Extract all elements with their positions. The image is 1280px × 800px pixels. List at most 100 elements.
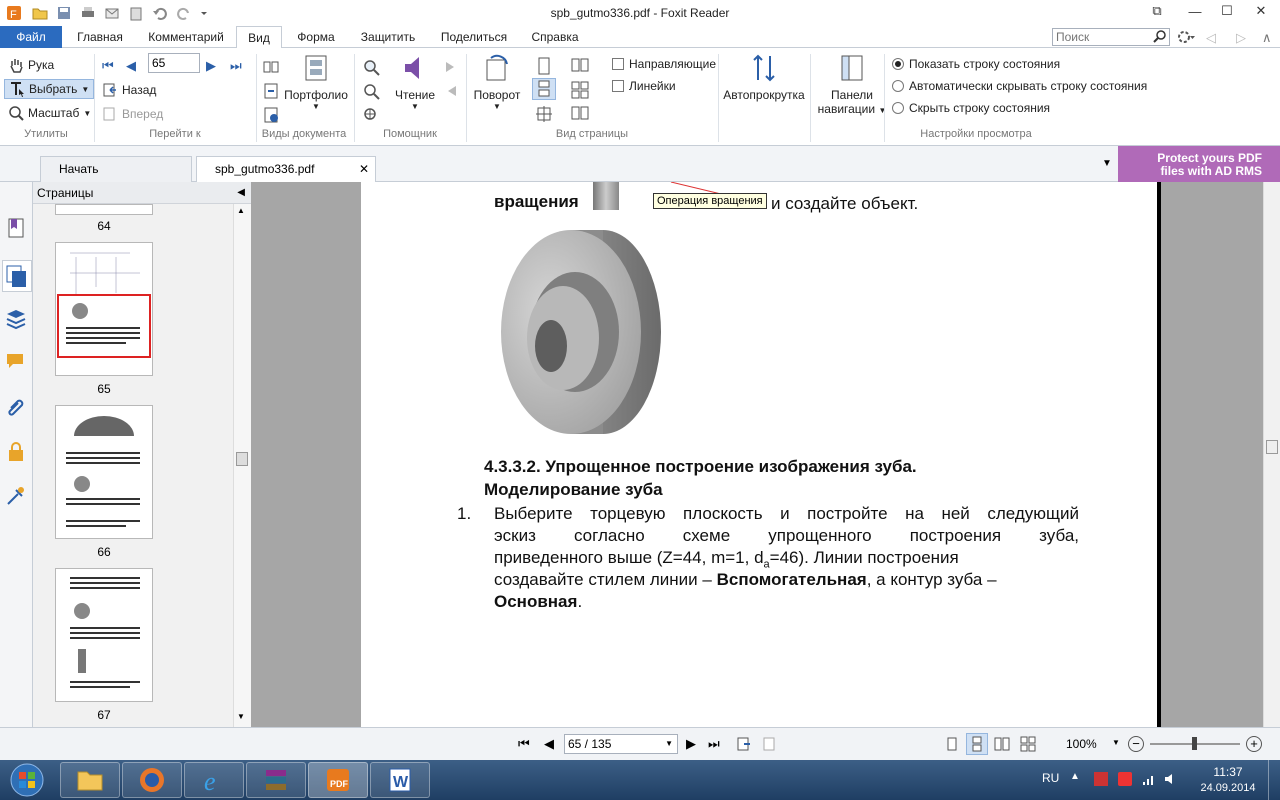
scroll-thumb[interactable] — [236, 452, 248, 466]
autohide-statusbar-option[interactable]: Автоматически скрывать строку состояния — [892, 79, 1147, 93]
separate-cover-icon[interactable] — [570, 104, 590, 124]
tray-expand-icon[interactable]: ▲ — [1070, 771, 1080, 782]
split-view-icon[interactable] — [534, 104, 554, 124]
scroll-down-icon[interactable]: ▼ — [237, 712, 245, 721]
page-number-input[interactable] — [148, 53, 200, 73]
settings-gear-icon[interactable] — [1176, 29, 1196, 45]
nav-forward-icon[interactable]: ▷ — [1236, 30, 1246, 46]
reverse-view-icon[interactable] — [262, 82, 280, 100]
zoom-out-icon[interactable]: − — [1128, 736, 1144, 752]
tray-flag-icon[interactable] — [1094, 772, 1108, 786]
pages-panel-icon[interactable] — [2, 260, 32, 292]
hand-tool-button[interactable]: Рука — [8, 57, 54, 73]
back-button[interactable]: Назад — [102, 82, 156, 98]
doc-scroll-thumb[interactable] — [1266, 440, 1278, 454]
page-select[interactable]: 65 / 135 ▼ — [564, 734, 678, 754]
language-indicator[interactable]: RU — [1042, 771, 1059, 785]
rms-banner[interactable]: Protect yours PDF files with AD RMS — [1118, 146, 1280, 182]
radio-unselected[interactable] — [892, 102, 904, 114]
next-page-icon[interactable]: ▶ — [206, 58, 216, 74]
previous-page-icon[interactable]: ◀ — [126, 58, 136, 74]
facing-mode-icon[interactable] — [994, 736, 1010, 752]
clock-time[interactable]: 11:37 — [1200, 765, 1256, 779]
first-page-icon[interactable]: ⏮ — [102, 58, 114, 74]
tab-start[interactable]: Начать — [40, 156, 192, 182]
tab-protect[interactable]: Защитить — [354, 26, 422, 48]
ribbon-toggle-icon[interactable]: ⧉ — [1142, 0, 1172, 22]
clock-date[interactable]: 24.09.2014 — [1194, 782, 1262, 794]
select-tool-button[interactable]: Выбрать ▼ — [4, 79, 95, 99]
page-thumbnail[interactable] — [55, 204, 153, 215]
loupe-icon[interactable] — [362, 58, 380, 76]
taskbar-winrar[interactable] — [246, 762, 306, 798]
scroll-up-icon[interactable]: ▲ — [237, 206, 245, 215]
nav-back-icon[interactable]: ◁ — [1206, 30, 1216, 46]
tab-home[interactable]: Главная — [72, 26, 128, 48]
crosshair-icon[interactable] — [362, 106, 380, 124]
autoscroll-button[interactable]: Автопрокрутка — [722, 52, 806, 102]
text-viewer-icon[interactable] — [262, 106, 280, 124]
tab-file[interactable]: Файл — [0, 26, 62, 48]
close-tab-icon[interactable]: ✕ — [359, 157, 369, 181]
last-page-icon[interactable]: ⏭ — [708, 736, 720, 752]
continuous-mode-icon[interactable] — [966, 733, 988, 755]
hide-statusbar-option[interactable]: Скрыть строку состояния — [892, 101, 1050, 115]
zoom-level[interactable]: 100% — [1066, 737, 1097, 751]
single-page-mode-icon[interactable] — [944, 736, 960, 752]
minimize-button[interactable]: — — [1180, 0, 1210, 22]
attachments-icon[interactable] — [4, 394, 28, 418]
first-page-icon[interactable]: ⏮ — [518, 736, 530, 752]
taskbar-ie[interactable]: e — [184, 762, 244, 798]
previous-view-icon[interactable] — [736, 736, 752, 752]
next-page-icon[interactable]: ▶ — [686, 736, 696, 752]
tab-form[interactable]: Форма — [290, 26, 342, 48]
tab-view[interactable]: Вид — [236, 26, 282, 49]
radio-unselected[interactable] — [892, 80, 904, 92]
forward-button[interactable]: Вперед — [102, 106, 163, 122]
bookmarks-icon[interactable] — [4, 216, 28, 240]
radio-selected[interactable] — [892, 58, 904, 70]
document-scrollbar[interactable] — [1263, 182, 1280, 727]
maximize-button[interactable]: ☐ — [1212, 0, 1242, 22]
start-button[interactable] — [4, 762, 50, 798]
magnifier-icon[interactable] — [362, 82, 380, 100]
read-aloud-button[interactable]: Чтение ▼ — [392, 52, 438, 111]
close-button[interactable]: ✕ — [1246, 0, 1276, 22]
portfolio-button[interactable]: Портфолио ▼ — [284, 52, 348, 111]
show-statusbar-option[interactable]: Показать строку состояния — [892, 57, 1060, 71]
tab-comment[interactable]: Комментарий — [140, 26, 232, 48]
tab-list-dropdown-icon[interactable]: ▼ — [1102, 158, 1112, 169]
search-icon[interactable] — [1152, 29, 1168, 45]
continuous-facing-mode-icon[interactable] — [1020, 736, 1036, 752]
pages-scrollbar[interactable]: ▲ ▼ — [233, 204, 251, 727]
signatures-icon[interactable] — [4, 484, 28, 508]
facing-page-icon[interactable] — [570, 56, 590, 76]
zoom-in-icon[interactable]: + — [1246, 736, 1262, 752]
last-page-icon[interactable]: ⏭ — [230, 58, 242, 74]
guides-check[interactable] — [612, 58, 624, 70]
zoom-tool-button[interactable]: Масштаб ▼ — [8, 105, 91, 121]
taskbar-foxit[interactable]: PDF — [308, 762, 368, 798]
rulers-check[interactable] — [612, 80, 624, 92]
tab-document[interactable]: spb_gutmo336.pdf ✕ — [196, 156, 376, 183]
document-viewport[interactable]: вращения Операция вращения и создайте об… — [251, 182, 1280, 727]
rulers-checkbox[interactable]: Линейки — [612, 79, 676, 93]
next-view-icon[interactable] — [762, 736, 778, 752]
read-next-icon[interactable] — [442, 58, 460, 76]
collapse-panel-icon[interactable]: ◀ — [237, 182, 245, 204]
comments-icon[interactable] — [4, 350, 28, 374]
taskbar-word[interactable]: W — [370, 762, 430, 798]
nav-panels-button[interactable]: Панели навигации ▼ — [814, 52, 890, 116]
rotate-button[interactable]: Поворот ▼ — [472, 52, 522, 111]
show-desktop-button[interactable] — [1268, 760, 1280, 800]
page-thumbnail[interactable] — [55, 568, 153, 702]
security-lock-icon[interactable] — [4, 440, 28, 464]
page-thumbnail[interactable] — [55, 405, 153, 539]
continuous-facing-icon[interactable] — [570, 80, 590, 100]
zoom-slider-thumb[interactable] — [1192, 737, 1197, 750]
page-thumbnail[interactable] — [55, 242, 153, 376]
taskbar-explorer[interactable] — [60, 762, 120, 798]
layers-icon[interactable] — [4, 306, 28, 330]
collapse-ribbon-icon[interactable]: ∧ — [1262, 30, 1272, 46]
tab-share[interactable]: Поделиться — [432, 26, 516, 48]
